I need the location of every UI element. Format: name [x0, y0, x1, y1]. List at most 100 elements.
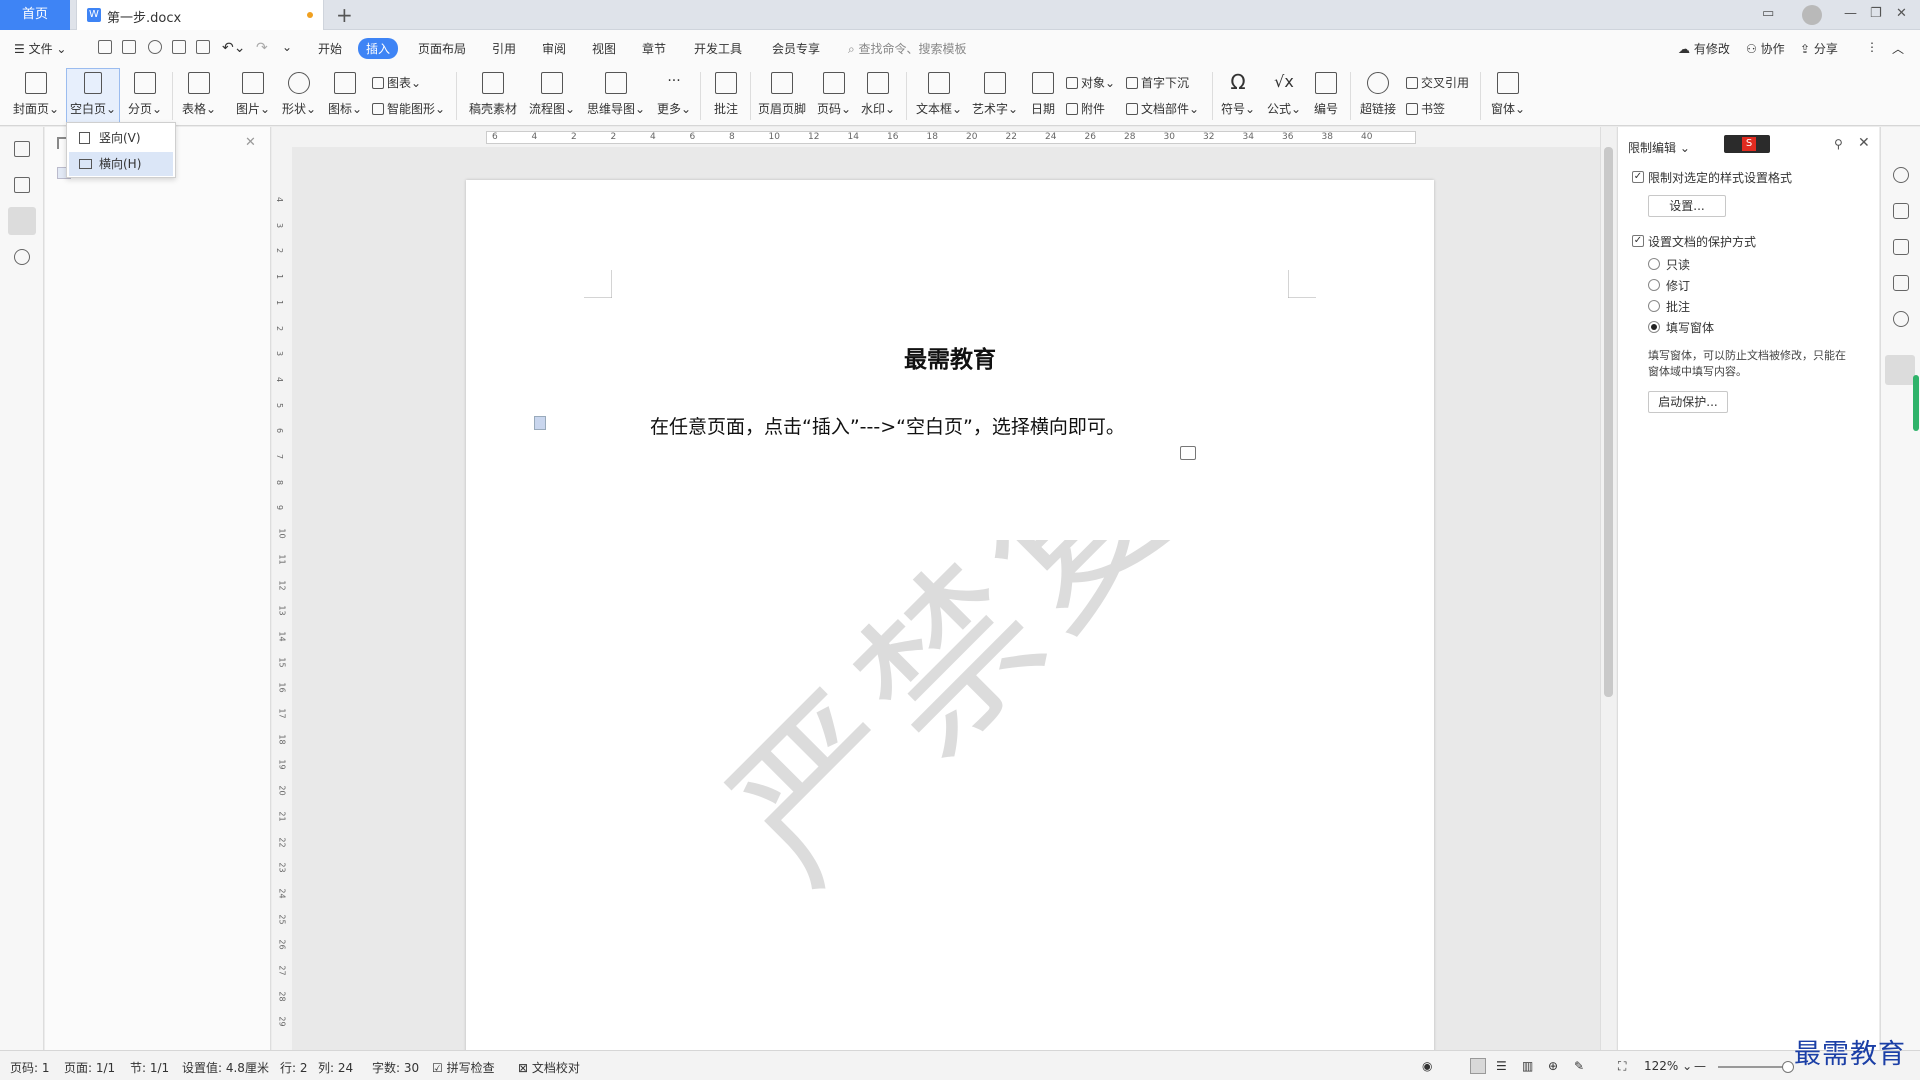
- lock-icon[interactable]: [1885, 355, 1915, 385]
- status-col[interactable]: 列: 24: [318, 1059, 353, 1076]
- bookmark-button[interactable]: 书签: [1406, 100, 1445, 117]
- pin-icon[interactable]: ⚲: [1834, 137, 1843, 151]
- start-protection-button[interactable]: 启动保护...: [1648, 391, 1728, 413]
- document-body-text[interactable]: 在任意页面，点击“插入”--->“空白页”，选择横向即可。: [650, 412, 1125, 439]
- window-layout-icon[interactable]: ▭: [1762, 6, 1774, 21]
- landscape-option[interactable]: 横向(H): [69, 152, 173, 176]
- close-panel-icon[interactable]: ✕: [1858, 135, 1870, 151]
- read-view-icon[interactable]: ▥: [1522, 1059, 1533, 1073]
- blank-page-button[interactable]: 空白页⌄: [68, 72, 118, 117]
- object-button[interactable]: 对象⌄: [1066, 74, 1115, 91]
- menu-member[interactable]: 会员专享: [772, 40, 820, 57]
- paste-options-icon[interactable]: [1180, 446, 1196, 460]
- radio-comment[interactable]: [1648, 300, 1660, 312]
- portrait-option[interactable]: 竖向(V): [69, 126, 173, 150]
- format-restriction-checkbox[interactable]: ✓: [1632, 171, 1644, 183]
- search-icon[interactable]: [14, 249, 30, 265]
- form-button[interactable]: 窗体⌄: [1488, 72, 1528, 117]
- status-setting[interactable]: 设置值: 4.8厘米: [182, 1059, 269, 1076]
- adjust-icon[interactable]: [1893, 275, 1909, 291]
- new-doc-icon[interactable]: [98, 40, 112, 54]
- panel-title[interactable]: 限制编辑 ⌄: [1628, 139, 1690, 156]
- tab-document[interactable]: W 第一步.docx: [76, 0, 324, 30]
- menu-developer[interactable]: 开发工具: [694, 40, 742, 57]
- fit-page-icon[interactable]: ⛶: [1618, 1059, 1626, 1074]
- protection-checkbox[interactable]: ✓: [1632, 235, 1644, 247]
- menu-insert[interactable]: 插入: [358, 38, 399, 59]
- material-button[interactable]: 稿壳素材: [466, 72, 520, 117]
- zoom-slider-thumb[interactable]: [1782, 1061, 1794, 1073]
- select-pointer-icon[interactable]: [1893, 239, 1909, 255]
- radio-revision[interactable]: [1648, 279, 1660, 291]
- zoom-level[interactable]: 122% ⌄: [1644, 1059, 1692, 1073]
- document-page[interactable]: 严禁复制 最需教育 在任意页面，点击“插入”--->“空白页”，选择横向即可。: [466, 180, 1434, 1060]
- header-footer-button[interactable]: 页眉页脚: [756, 72, 808, 117]
- file-menu[interactable]: ☰ 文件 ⌄: [14, 40, 66, 57]
- textbox-button[interactable]: 文本框⌄: [914, 72, 964, 117]
- attachment-button[interactable]: 附件: [1066, 100, 1105, 117]
- document-title[interactable]: 最需教育: [466, 340, 1434, 374]
- doc-proof-toggle[interactable]: ⊠ 文档校对: [518, 1059, 580, 1076]
- radio-readonly[interactable]: [1648, 258, 1660, 270]
- edit-pen-icon[interactable]: [1893, 203, 1909, 219]
- command-search[interactable]: ⌕ 查找命令、搜索模板: [848, 40, 967, 57]
- radio-fill-form[interactable]: [1648, 321, 1660, 333]
- quick-access-more-icon[interactable]: ⌄: [282, 40, 292, 54]
- print-preview-icon[interactable]: [196, 40, 210, 54]
- numbering-button[interactable]: 编号: [1308, 72, 1344, 117]
- status-pages[interactable]: 页面: 1/1: [64, 1059, 115, 1076]
- menu-page-layout[interactable]: 页面布局: [418, 40, 466, 57]
- spell-check-toggle[interactable]: ☑ 拼写检查: [432, 1059, 495, 1076]
- shape-button[interactable]: 形状⌄: [278, 72, 320, 117]
- web-view-icon[interactable]: ⊕: [1548, 1059, 1558, 1073]
- format-painter-icon[interactable]: [148, 40, 162, 54]
- menu-references[interactable]: 引用: [492, 40, 516, 57]
- print-icon[interactable]: [172, 40, 186, 54]
- panel-scroll-indicator[interactable]: [1913, 375, 1919, 431]
- bookmark-panel-icon[interactable]: [8, 207, 36, 235]
- status-row[interactable]: 行: 2: [280, 1059, 308, 1076]
- eye-protection-icon[interactable]: ◉: [1422, 1059, 1432, 1073]
- docpart-button[interactable]: 文档部件⌄: [1126, 100, 1199, 117]
- close-window-icon[interactable]: ✕: [1896, 6, 1907, 21]
- status-section[interactable]: 节: 1/1: [130, 1059, 169, 1076]
- avatar[interactable]: [1802, 5, 1822, 25]
- redo-icon[interactable]: ↷: [256, 40, 268, 56]
- symbol-button[interactable]: Ω 符号⌄: [1218, 72, 1258, 117]
- save-icon[interactable]: [122, 40, 136, 54]
- zoom-out-icon[interactable]: —: [1694, 1059, 1706, 1073]
- menu-view[interactable]: 视图: [592, 40, 616, 57]
- more-options-icon[interactable]: ⋮: [1866, 40, 1878, 54]
- formula-button[interactable]: √x 公式⌄: [1264, 72, 1304, 117]
- page-break-button[interactable]: 分页⌄: [124, 72, 166, 117]
- status-words[interactable]: 字数: 30: [372, 1059, 419, 1076]
- hyperlink-button[interactable]: 超链接: [1356, 72, 1400, 117]
- icons-button[interactable]: 图标⌄: [324, 72, 366, 117]
- wordart-button[interactable]: 艺术字⌄: [970, 72, 1020, 117]
- crossref-button[interactable]: 交叉引用: [1406, 74, 1469, 91]
- changes-button[interactable]: ☁ 有修改: [1678, 40, 1730, 57]
- vertical-scrollbar[interactable]: [1600, 127, 1616, 1050]
- scrollbar-thumb[interactable]: [1604, 147, 1613, 697]
- date-button[interactable]: 日期: [1026, 72, 1060, 117]
- paragraph-handle-icon[interactable]: [534, 416, 546, 430]
- write-view-icon[interactable]: ✎: [1574, 1059, 1584, 1073]
- menu-start[interactable]: 开始: [318, 40, 342, 57]
- tab-home[interactable]: 首页: [0, 0, 70, 30]
- status-page[interactable]: 页码: 1: [10, 1059, 50, 1076]
- share-button[interactable]: ⇪ 分享: [1800, 40, 1838, 57]
- undo-icon[interactable]: ↶⌄: [222, 40, 245, 56]
- flowchart-button[interactable]: 流程图⌄: [528, 72, 576, 117]
- menu-review[interactable]: 审阅: [542, 40, 566, 57]
- menu-section[interactable]: 章节: [642, 40, 666, 57]
- outline-view-icon[interactable]: ☰: [1496, 1059, 1507, 1073]
- zoom-slider[interactable]: [1718, 1066, 1788, 1068]
- picture-button[interactable]: 图片⌄: [232, 72, 274, 117]
- more-button[interactable]: ··· 更多⌄: [654, 72, 694, 117]
- smartart-button[interactable]: 智能图形⌄: [372, 100, 445, 117]
- comment-button[interactable]: 批注: [706, 72, 746, 117]
- watermark-button[interactable]: 水印⌄: [858, 72, 898, 117]
- minimize-icon[interactable]: —: [1844, 6, 1857, 21]
- close-pane-icon[interactable]: ✕: [245, 135, 256, 150]
- settings-button[interactable]: 设置...: [1648, 195, 1726, 217]
